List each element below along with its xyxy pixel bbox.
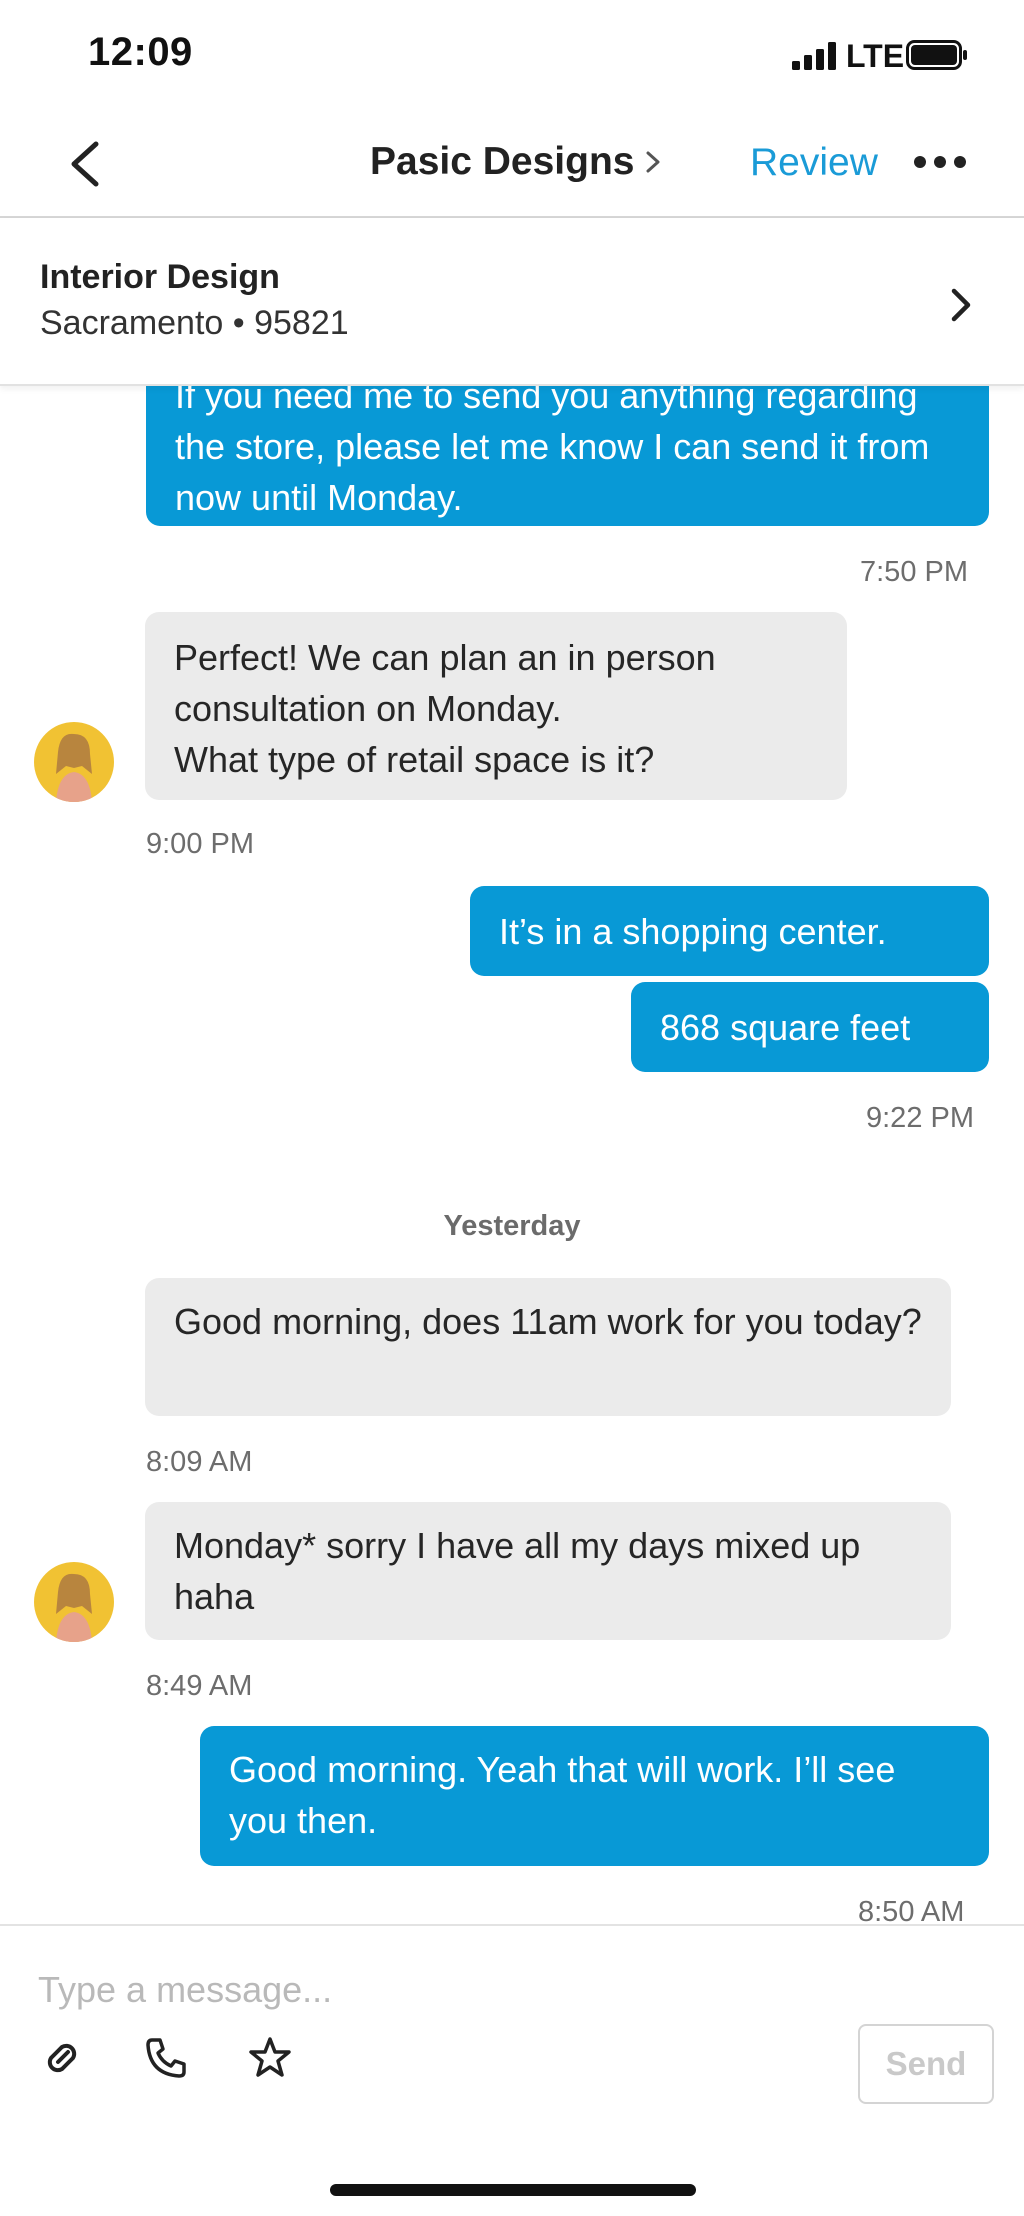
day-separator: Yesterday	[443, 1210, 581, 1242]
home-indicator[interactable]	[330, 2184, 696, 2196]
profile-photo	[34, 1562, 114, 1642]
message-timestamp: 9:00 PM	[146, 828, 254, 860]
message-timestamp: 7:50 PM	[860, 556, 968, 588]
message-timestamp: 8:50 AM	[858, 1896, 965, 1924]
message-bubble-outgoing: 868 square feet	[631, 982, 989, 1072]
chevron-right-icon	[951, 288, 971, 322]
more-icon[interactable]	[912, 154, 968, 170]
message-timestamp: 9:22 PM	[866, 1102, 974, 1134]
message-bubble-outgoing: Good morning. Yeah that will work. I’ll …	[200, 1726, 989, 1866]
project-location: Sacramento • 95821	[40, 304, 349, 342]
profile-photo	[34, 722, 114, 802]
avatar	[34, 722, 114, 802]
status-bar: 12:09 LTE	[0, 0, 1024, 110]
business-name-link[interactable]: Pasic Designs	[370, 140, 662, 184]
message-bubble-outgoing: It’s in a shopping center.	[470, 886, 989, 976]
battery-icon	[906, 40, 967, 70]
project-info-row[interactable]: Interior Design Sacramento • 95821	[0, 218, 1024, 386]
status-time: 12:09	[88, 30, 193, 74]
message-list[interactable]: If you need me to send you anything rega…	[0, 386, 1024, 1924]
message-input[interactable]	[38, 1958, 978, 2022]
project-category: Interior Design	[40, 258, 280, 296]
paperclip-icon[interactable]	[38, 2034, 86, 2082]
avatar	[34, 1562, 114, 1642]
phone-icon[interactable]	[142, 2034, 190, 2082]
send-button[interactable]: Send	[858, 2024, 994, 2104]
business-name: Pasic Designs	[370, 140, 635, 183]
message-bubble-outgoing: If you need me to send you anything rega…	[146, 386, 989, 526]
message-bubble-incoming: Good morning, does 11am work for you tod…	[145, 1278, 951, 1416]
message-composer: Send	[0, 1924, 1024, 2216]
back-button[interactable]	[60, 136, 110, 192]
message-bubble-incoming: Perfect! We can plan an in person consul…	[145, 612, 847, 800]
message-timestamp: 8:49 AM	[146, 1670, 253, 1702]
star-icon[interactable]	[246, 2034, 294, 2082]
message-bubble-incoming: Monday* sorry I have all my days mixed u…	[145, 1502, 951, 1640]
signal-icon	[792, 42, 836, 70]
network-label: LTE	[846, 38, 905, 74]
message-timestamp: 8:09 AM	[146, 1446, 253, 1478]
review-button[interactable]: Review	[750, 141, 878, 185]
chevron-right-icon	[646, 151, 660, 173]
conversation-header: Pasic Designs Review	[0, 110, 1024, 218]
